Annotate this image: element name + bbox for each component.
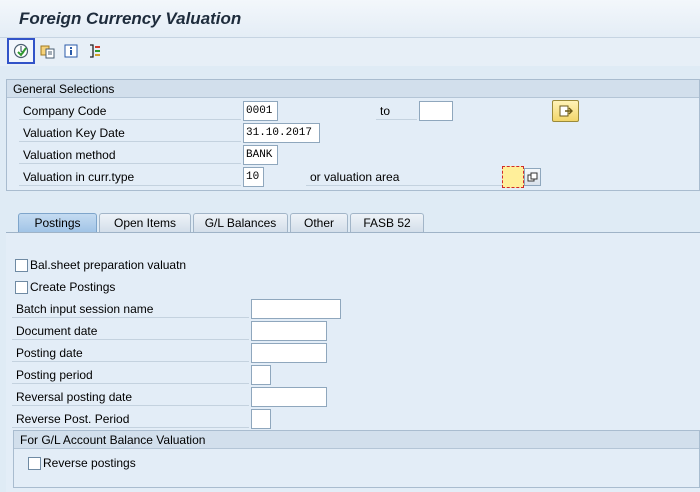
- multiple-selection-icon: [559, 105, 573, 117]
- posting-date-input[interactable]: [251, 343, 327, 363]
- get-variant-icon: [40, 45, 55, 59]
- company-code-input[interactable]: 0001: [243, 101, 278, 121]
- application-toolbar: [0, 38, 700, 66]
- tab-postings[interactable]: Postings: [18, 213, 97, 233]
- posting-period-input[interactable]: [251, 365, 271, 385]
- value-help-icon: [527, 172, 538, 182]
- valuation-method-label: Valuation method: [19, 146, 241, 164]
- info-icon: [64, 44, 78, 58]
- general-selections-header: General Selections: [7, 80, 699, 98]
- reverse-postings-checkbox[interactable]: [28, 457, 41, 470]
- create-postings-label: Create Postings: [30, 280, 116, 294]
- valuation-area-input[interactable]: [502, 166, 524, 188]
- batch-session-input[interactable]: [251, 299, 341, 319]
- multiple-selection-button[interactable]: [552, 100, 579, 122]
- valuation-curr-type-label: Valuation in curr.type: [19, 168, 241, 186]
- company-code-to-label: to: [376, 102, 417, 120]
- posting-date-label: Posting date: [12, 344, 249, 362]
- valuation-area-f4-button[interactable]: [524, 168, 541, 186]
- create-postings-checkbox[interactable]: [15, 281, 28, 294]
- batch-session-label: Batch input session name: [12, 300, 249, 318]
- selection-options-button[interactable]: [84, 40, 106, 62]
- bal-sheet-label: Bal.sheet preparation valuatn: [30, 258, 187, 272]
- reverse-period-label: Reverse Post. Period: [12, 410, 249, 428]
- title-bar: Foreign Currency Valuation: [0, 0, 700, 38]
- get-variant-button[interactable]: [37, 40, 59, 62]
- reversal-date-label: Reversal posting date: [12, 388, 249, 406]
- valuation-area-label: or valuation area: [306, 168, 502, 186]
- reverse-postings-label: Reverse postings: [43, 456, 136, 470]
- document-date-input[interactable]: [251, 321, 327, 341]
- tab-gl-balances[interactable]: G/L Balances: [193, 213, 288, 233]
- valuation-method-input[interactable]: BANK: [243, 145, 278, 165]
- valuation-key-date-label: Valuation Key Date: [19, 124, 241, 142]
- execute-button[interactable]: [7, 38, 35, 64]
- valuation-key-date-input[interactable]: 31.10.2017: [243, 123, 320, 143]
- document-date-label: Document date: [12, 322, 249, 340]
- info-button[interactable]: [60, 40, 82, 62]
- tab-open-items[interactable]: Open Items: [99, 213, 191, 233]
- page-title: Foreign Currency Valuation: [19, 9, 242, 28]
- selection-options-icon: [90, 44, 100, 58]
- bal-sheet-checkbox[interactable]: [15, 259, 28, 272]
- posting-period-label: Posting period: [12, 366, 249, 384]
- gl-balance-valuation-header: For G/L Account Balance Valuation: [14, 431, 699, 449]
- execute-icon: [13, 43, 29, 59]
- company-code-to-input[interactable]: [419, 101, 453, 121]
- valuation-curr-type-input[interactable]: 10: [243, 167, 264, 187]
- reversal-date-input[interactable]: [251, 387, 327, 407]
- tab-fasb-52[interactable]: FASB 52: [350, 213, 424, 233]
- tab-other[interactable]: Other: [290, 213, 348, 233]
- company-code-label: Company Code: [19, 102, 241, 120]
- reverse-period-input[interactable]: [251, 409, 271, 429]
